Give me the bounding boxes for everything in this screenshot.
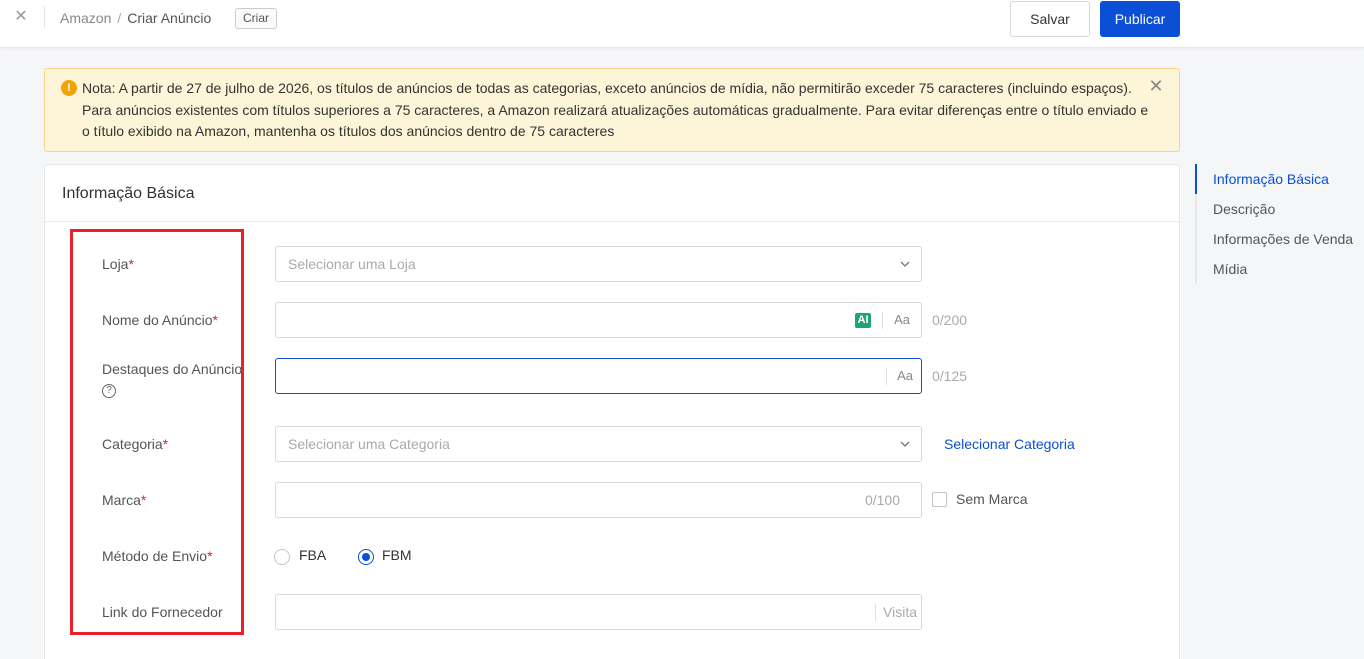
divider (45, 221, 1179, 222)
brand-label: Marca* (102, 492, 146, 508)
store-label-text: Loja (102, 256, 129, 272)
text-case-icon[interactable]: Aa (894, 312, 910, 327)
top-bar: ✕ Amazon / Criar Anúncio Criar Salvar Publ… (0, 0, 1364, 48)
help-icon[interactable]: ? (102, 384, 116, 398)
select-category-link[interactable]: Selecionar Categoria (944, 436, 1075, 452)
listing-name-label: Nome do Anúncio* (102, 312, 218, 328)
breadcrumb: Amazon / Criar Anúncio (60, 10, 211, 26)
breadcrumb-separator: / (117, 10, 122, 26)
divider (875, 604, 876, 621)
ai-icon[interactable]: AI (855, 313, 871, 328)
highlights-input[interactable]: Aa (275, 358, 922, 394)
no-brand-checkbox[interactable] (932, 492, 947, 507)
nav-item-description[interactable]: Descrição (1213, 201, 1275, 217)
divider (44, 6, 45, 28)
nav-item-media[interactable]: Mídia (1213, 261, 1247, 277)
category-label-text: Categoria (102, 436, 163, 452)
category-select[interactable]: Selecionar uma Categoria (275, 426, 922, 462)
basic-info-card: Informação Básica Loja* Selecionar uma L… (44, 164, 1180, 659)
brand-counter: 0/100 (864, 492, 900, 508)
brand-label-text: Marca (102, 492, 141, 508)
nav-item-basic-info[interactable]: Informação Básica (1213, 171, 1329, 187)
notice-banner: ! Nota: A partir de 27 de julho de 2026,… (44, 68, 1180, 152)
required-mark: * (207, 548, 213, 564)
highlights-label: Destaques do Anúncio ? (102, 361, 242, 398)
notice-text: Nota: A partir de 27 de julho de 2026, o… (82, 80, 1149, 139)
highlight-annotation (70, 229, 244, 635)
shipping-method-label-text: Método de Envio (102, 548, 208, 564)
no-brand-label[interactable]: Sem Marca (956, 491, 1028, 507)
brand-input[interactable]: 0/100 (275, 482, 922, 518)
breadcrumb-current: Criar Anúncio (127, 10, 212, 26)
divider (882, 312, 883, 329)
store-select[interactable]: Selecionar uma Loja (275, 246, 922, 282)
store-label: Loja* (102, 256, 134, 272)
close-icon[interactable]: ✕ (12, 8, 30, 26)
listing-name-input[interactable]: AI Aa (275, 302, 922, 338)
supplier-link-label: Link do Fornecedor (102, 604, 223, 620)
breadcrumb-root[interactable]: Amazon (60, 10, 111, 26)
category-select-placeholder: Selecionar uma Categoria (288, 436, 450, 452)
listing-name-label-text: Nome do Anúncio (102, 312, 213, 328)
shipping-method-label: Método de Envio* (102, 548, 213, 564)
mode-tag: Criar (235, 8, 277, 29)
publish-button[interactable]: Publicar (1100, 1, 1180, 37)
text-case-icon[interactable]: Aa (897, 368, 913, 383)
highlights-counter: 0/125 (932, 368, 968, 384)
active-indicator (1195, 164, 1197, 194)
listing-name-counter: 0/200 (932, 312, 968, 328)
supplier-link-input[interactable]: Visita (275, 594, 922, 630)
fbm-radio[interactable] (358, 549, 374, 565)
nav-item-sales-info[interactable]: Informações de Venda (1213, 231, 1353, 247)
required-mark: * (162, 436, 169, 452)
fba-radio-label[interactable]: FBA (299, 547, 326, 563)
fba-radio[interactable] (274, 549, 290, 565)
fbm-radio-label[interactable]: FBM (382, 547, 412, 563)
visit-button[interactable]: Visita (883, 604, 917, 620)
section-nav: Informação Básica Descrição Informações … (1195, 164, 1364, 284)
store-select-placeholder: Selecionar uma Loja (288, 256, 416, 272)
save-button[interactable]: Salvar (1010, 1, 1090, 37)
warning-icon: ! (61, 80, 77, 96)
category-label: Categoria* (102, 436, 168, 452)
chevron-down-icon (900, 261, 910, 267)
highlights-label-text: Destaques do Anúncio (102, 361, 243, 377)
close-icon[interactable]: ✕ (1147, 77, 1165, 95)
required-mark: * (128, 256, 134, 272)
required-mark: * (140, 492, 147, 508)
divider (886, 368, 887, 385)
section-title: Informação Básica (62, 185, 195, 202)
required-mark: * (212, 312, 218, 328)
chevron-down-icon (900, 441, 910, 447)
